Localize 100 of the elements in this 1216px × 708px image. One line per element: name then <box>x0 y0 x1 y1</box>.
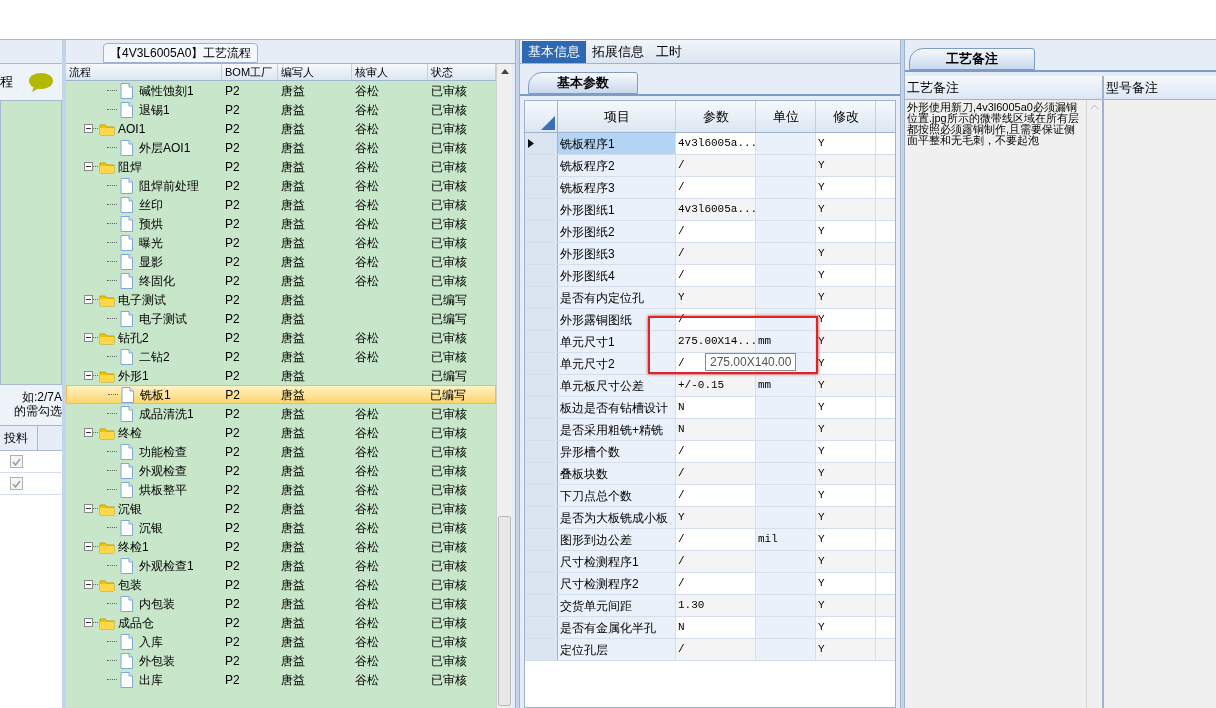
tree-row[interactable]: 碱性蚀刻1 P2 唐益 谷松 已审核 <box>66 81 496 100</box>
tree-label[interactable]: 铣板1 <box>140 385 171 404</box>
tree-row[interactable]: 终检1 P2 唐益 谷松 已审核 <box>66 537 496 556</box>
tree-row[interactable]: 铣板1 P2 唐益 已编写 <box>66 385 496 404</box>
column-header[interactable]: 流程 <box>66 64 222 80</box>
expander-icon[interactable] <box>84 542 93 551</box>
column-header[interactable]: 核审人 <box>352 64 428 80</box>
scrollbar-thumb[interactable] <box>498 516 511 706</box>
tree-label[interactable]: AOI1 <box>118 119 146 138</box>
tree-row[interactable]: 外层AOI1 P2 唐益 谷松 已审核 <box>66 138 496 157</box>
tree-row[interactable]: 二钻2 P2 唐益 谷松 已审核 <box>66 347 496 366</box>
tree-row[interactable]: 外观检查 P2 唐益 谷松 已审核 <box>66 461 496 480</box>
tab[interactable]: 工艺备注 <box>909 48 1035 70</box>
tree-row[interactable]: 沉银 P2 唐益 谷松 已审核 <box>66 499 496 518</box>
tree-row[interactable]: 内包装 P2 唐益 谷松 已审核 <box>66 594 496 613</box>
table-row[interactable]: 外形图纸3 / Y <box>525 243 895 265</box>
table-row[interactable]: 交货单元间距 1.30 Y <box>525 595 895 617</box>
table-row[interactable]: 尺寸检测程序1 / Y <box>525 551 895 573</box>
table-row[interactable]: 图形到边公差 / mil Y <box>525 529 895 551</box>
tree-label[interactable]: 电子测试 <box>139 309 187 328</box>
column-header[interactable]: 项目 <box>558 101 676 132</box>
column-header[interactable]: BOM工厂 <box>222 64 278 80</box>
expander-icon[interactable] <box>84 504 93 513</box>
tree-label[interactable]: 终检 <box>118 423 142 442</box>
table-row[interactable]: 叠板块数 / Y <box>525 463 895 485</box>
splitter[interactable] <box>900 40 905 708</box>
tree-label[interactable]: 外形1 <box>118 366 149 385</box>
table-row[interactable]: 铣板程序3 / Y <box>525 177 895 199</box>
table-row[interactable]: 是否采用粗铣+精铣 N Y <box>525 419 895 441</box>
tree-row[interactable]: 显影 P2 唐益 谷松 已审核 <box>66 252 496 271</box>
tab[interactable]: 工时 <box>650 41 688 63</box>
tree-row[interactable]: 预烘 P2 唐益 谷松 已审核 <box>66 214 496 233</box>
tree-row[interactable]: 电子测试 P2 唐益 已编写 <box>66 309 496 328</box>
tree-row[interactable]: 电子测试 P2 唐益 已编写 <box>66 290 496 309</box>
tree-row[interactable]: 外观检查1 P2 唐益 谷松 已审核 <box>66 556 496 575</box>
table-row[interactable]: 铣板程序2 / Y <box>525 155 895 177</box>
tree-label[interactable]: 阻焊 <box>118 157 142 176</box>
column-header[interactable]: 单位 <box>756 101 816 132</box>
tree-row[interactable]: 沉银 P2 唐益 谷松 已审核 <box>66 518 496 537</box>
expander-icon[interactable] <box>84 162 93 171</box>
column-header[interactable]: 工艺备注 <box>905 76 1102 100</box>
tree-row[interactable]: 烘板整平 P2 唐益 谷松 已审核 <box>66 480 496 499</box>
tree-label[interactable]: 成品清洗1 <box>139 404 194 423</box>
tree-row[interactable]: 阻焊前处理 P2 唐益 谷松 已审核 <box>66 176 496 195</box>
tree-label[interactable]: 终检1 <box>118 537 149 556</box>
expander-icon[interactable] <box>84 371 93 380</box>
tree-label[interactable]: 沉银 <box>139 518 163 537</box>
table-row[interactable]: 尺寸检测程序2 / Y <box>525 573 895 595</box>
tree-row[interactable]: 丝印 P2 唐益 谷松 已审核 <box>66 195 496 214</box>
table-row[interactable]: 外形图纸2 / Y <box>525 221 895 243</box>
tree-label[interactable]: 沉银 <box>118 499 142 518</box>
tree-row[interactable]: 阻焊 P2 唐益 谷松 已审核 <box>66 157 496 176</box>
tab[interactable]: 拓展信息 <box>586 41 650 63</box>
tree-label[interactable]: 外观检查1 <box>139 556 194 575</box>
table-row[interactable]: 外形图纸1 4v3l6005a... Y <box>525 199 895 221</box>
tree-label[interactable]: 入库 <box>139 632 163 651</box>
table-row[interactable]: 是否为大板铣成小板 Y Y <box>525 507 895 529</box>
tree-row[interactable]: 钻孔2 P2 唐益 谷松 已审核 <box>66 328 496 347</box>
tree-label[interactable]: 终固化 <box>139 271 175 290</box>
column-header[interactable]: 型号备注 <box>1104 76 1216 100</box>
expander-icon[interactable] <box>84 333 93 342</box>
column-header[interactable]: 参数 <box>676 101 756 132</box>
table-row[interactable]: 是否有金属化半孔 N Y <box>525 617 895 639</box>
tree-row[interactable]: 终固化 P2 唐益 谷松 已审核 <box>66 271 496 290</box>
tree-label[interactable]: 功能检查 <box>139 442 187 461</box>
expander-icon[interactable] <box>84 124 93 133</box>
expander-icon[interactable] <box>84 295 93 304</box>
tab[interactable]: 基本信息 <box>522 41 586 63</box>
tree-label[interactable]: 电子测试 <box>118 290 166 309</box>
splitter[interactable] <box>62 40 66 708</box>
tree-label[interactable]: 包装 <box>118 575 142 594</box>
table-row[interactable]: 异形槽个数 / Y <box>525 441 895 463</box>
tree-label[interactable]: 成品仓 <box>118 613 154 632</box>
tree-label[interactable]: 烘板整平 <box>139 480 187 499</box>
tree-row[interactable]: 外包装 P2 唐益 谷松 已审核 <box>66 651 496 670</box>
splitter[interactable] <box>515 40 520 708</box>
expander-icon[interactable] <box>84 618 93 627</box>
row-header[interactable] <box>525 133 558 154</box>
checkbox[interactable] <box>10 477 23 490</box>
expander-icon[interactable] <box>84 428 93 437</box>
tree-row[interactable]: AOI1 P2 唐益 谷松 已审核 <box>66 119 496 138</box>
tree-row[interactable]: 成品仓 P2 唐益 谷松 已审核 <box>66 613 496 632</box>
table-row[interactable]: 是否有内定位孔 Y Y <box>525 287 895 309</box>
table-row[interactable]: 单元尺寸1 275.00X14...mm Y <box>525 331 895 353</box>
tree-row[interactable]: 曝光 P2 唐益 谷松 已审核 <box>66 233 496 252</box>
tree-label[interactable]: 外包装 <box>139 651 175 670</box>
table-row[interactable]: 外形图纸4 / Y <box>525 265 895 287</box>
tree-label[interactable]: 钻孔2 <box>118 328 149 347</box>
tree-label[interactable]: 曝光 <box>139 233 163 252</box>
tree-row[interactable]: 包装 P2 唐益 谷松 已审核 <box>66 575 496 594</box>
tree-row[interactable]: 成品清洗1 P2 唐益 谷松 已审核 <box>66 404 496 423</box>
table-row[interactable]: 铣板程序1 4v3l6005a... Y <box>525 133 895 155</box>
tab[interactable]: 基本参数 <box>528 72 638 94</box>
table-row[interactable]: 板边是否有钻槽设计 N Y <box>525 397 895 419</box>
tree-label[interactable]: 碱性蚀刻1 <box>139 81 194 100</box>
tree-row[interactable]: 出库 P2 唐益 谷松 已审核 <box>66 670 496 689</box>
table-row[interactable]: 单元板尺寸公差 +/-0.15 mm Y <box>525 375 895 397</box>
tree-row[interactable]: 退锡1 P2 唐益 谷松 已审核 <box>66 100 496 119</box>
tree-label[interactable]: 外层AOI1 <box>139 138 191 157</box>
checkbox[interactable] <box>10 455 23 468</box>
